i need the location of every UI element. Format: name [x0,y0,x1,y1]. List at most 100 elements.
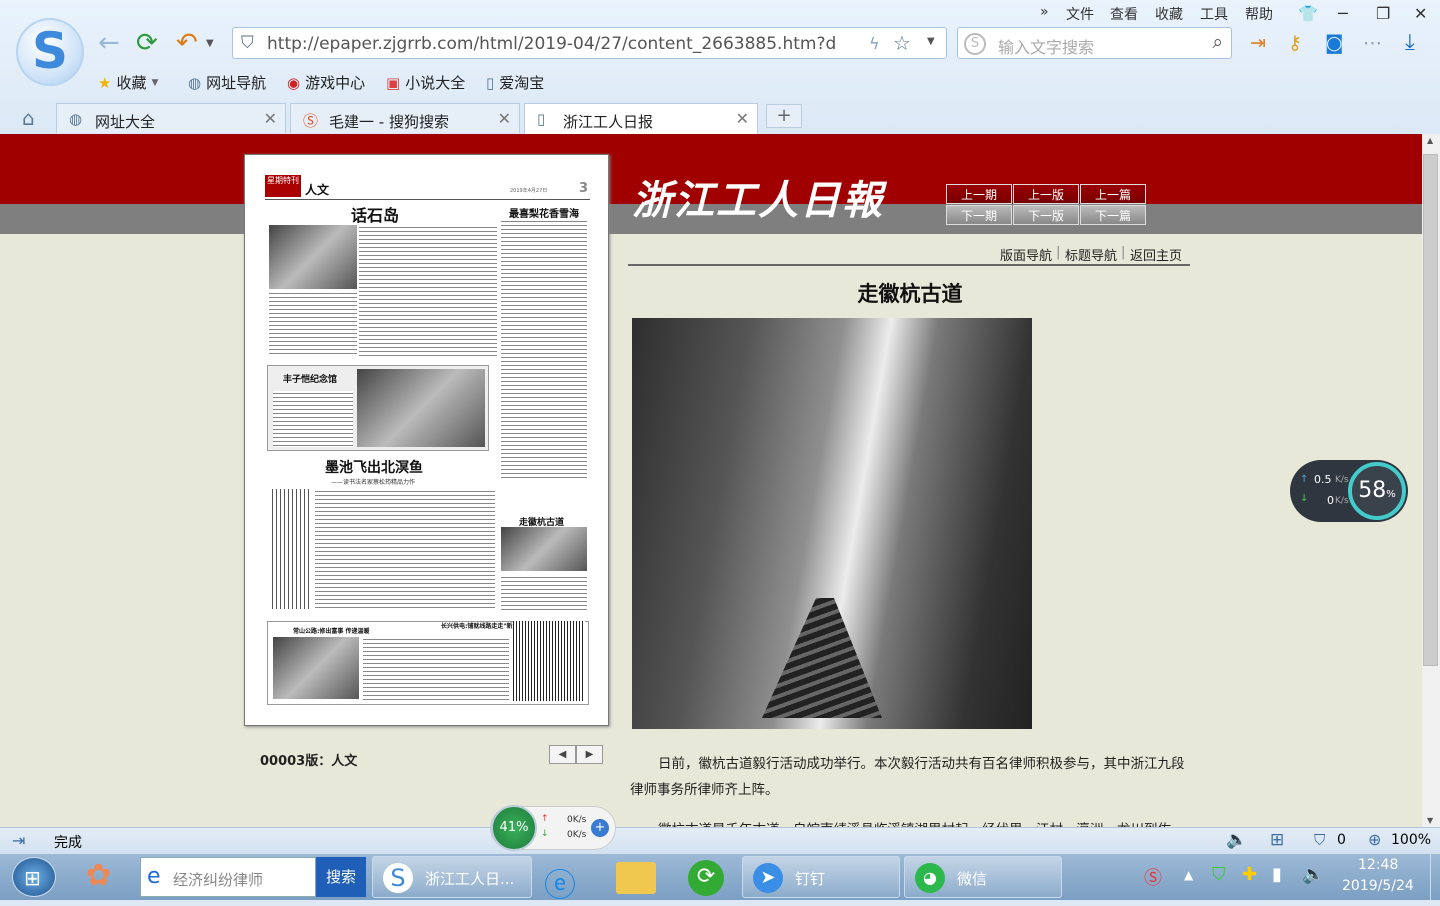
story-headline[interactable]: 最喜梨花香雪海 [509,205,579,220]
undo-close-icon[interactable]: ↶ [176,30,198,56]
story-headline[interactable]: 长兴供电:铺就线路走走"新点" [441,621,522,630]
newspaper-masthead[interactable]: 浙江工人日報 [632,168,884,226]
star-icon[interactable]: ☆ [893,31,911,55]
title-nav-link[interactable]: 标题导航 [1065,245,1117,264]
game-icon: ◉ [287,73,301,92]
upload-icon: ↑ [1300,474,1309,485]
menu-tools[interactable]: 工具 [1200,4,1228,24]
next-article-button[interactable]: 下一篇 [1080,205,1146,225]
extension-icon[interactable]: ⊞ [1270,830,1284,850]
adblock-icon[interactable]: ⛉ [1314,831,1325,849]
close-tab-icon[interactable]: ✕ [264,109,277,128]
scroll-up-icon[interactable]: ▲ [1427,136,1433,145]
taskbar-item-wechat[interactable]: ◕ 微信 [904,856,1062,898]
article-photo[interactable] [632,318,1032,729]
prev-article-button[interactable]: 上一篇 [1080,184,1146,204]
scrollbar-thumb[interactable] [1423,154,1438,666]
address-bar[interactable]: ⛉ http://epaper.zjgrrb.com/html/2019-04/… [232,27,947,59]
close-window-icon[interactable]: ✕ [1414,4,1427,23]
volume-icon[interactable]: 🔈 [1302,864,1324,885]
bookmark-games[interactable]: ◉ 游戏中心 [287,72,365,93]
close-tab-icon[interactable]: ✕ [736,109,749,128]
sogou-browser-logo[interactable]: S [16,18,84,86]
folder-icon[interactable] [616,862,656,894]
address-url[interactable]: http://epaper.zjgrrb.com/html/2019-04/27… [267,34,857,54]
start-button[interactable]: ⊞ [12,857,56,897]
network-icon[interactable]: ▮ [1272,864,1282,885]
search-icon[interactable]: ⌕ [1212,31,1223,53]
tray-expand-icon[interactable]: ▲ [1184,868,1193,882]
menu-favorites[interactable]: 收藏 [1155,4,1183,24]
screenshot-icon[interactable]: ◙ [1325,32,1343,54]
story-headline[interactable]: 墨池飞出北溟鱼 [325,457,423,477]
clock-date[interactable]: 2019/5/24 [1342,878,1414,894]
taskbar-item-browser[interactable]: S 浙江工人日... [372,856,532,898]
address-dropdown-icon[interactable]: ▼ [927,36,935,47]
add-icon[interactable]: + [591,819,609,837]
taskbar-search-button[interactable]: 搜索 [316,857,366,897]
app-launcher-icon[interactable]: ✿ [86,858,126,896]
menu-more[interactable]: » [1040,4,1049,20]
download-icon[interactable]: ⤓ [1405,30,1415,55]
tab-nav[interactable]: ◍ 网址大全 ✕ [56,103,286,133]
story-headline[interactable]: 丰子恺纪念馆 [283,372,337,385]
key-icon[interactable]: ⚷ [1288,32,1302,54]
login-icon[interactable]: ⇥ [1250,32,1266,54]
menu-view[interactable]: 查看 [1110,4,1138,24]
clock-time[interactable]: 12:48 [1358,857,1398,873]
new-tab-button[interactable]: + [766,104,802,128]
home-icon[interactable]: ⌂ [22,106,35,130]
download-icon: ↓ [541,829,549,839]
memory-gauge[interactable]: 58% [1348,462,1406,520]
undo-dropdown-icon[interactable]: ▼ [206,38,214,49]
taskbar-item-dingtalk[interactable]: ➤ 钉钉 [742,856,900,898]
zoom-level[interactable]: 100% [1391,832,1431,848]
next-page-arrow-icon[interactable]: ▶ [576,745,603,764]
network-speed-widget[interactable]: ↑ 0.5 K/s ↓ 0 K/s 58% [1290,460,1408,522]
story-headline[interactable]: 常山公路:修出富事 传递温暖 [293,626,370,635]
close-tab-icon[interactable]: ✕ [498,109,511,128]
story-photo-selected[interactable] [501,527,587,571]
security-icon[interactable]: ⛉ [1212,864,1226,885]
sidebar-toggle-icon[interactable]: ⇥ [12,831,25,850]
usage-gauge[interactable]: 41% [491,805,537,851]
search-box[interactable]: S 输入文字搜索 ⌕ [957,27,1232,59]
bookmark-taobao[interactable]: ▯ 爱淘宝 [486,72,544,93]
bookmark-favorites[interactable]: ★ 收藏 ▼ [98,72,158,93]
tab-sogou-search[interactable]: Ⓢ 毛建一 - 搜狗搜索 ✕ [290,103,520,133]
lightning-icon[interactable]: ϟ [869,34,880,53]
newspaper-page-thumbnail[interactable]: 星期特刊 人文 2019年4月27日 3 话石岛 最喜梨花香雪海 丰子恺纪念馆 … [244,154,609,726]
360-icon[interactable]: ⟳ [688,860,724,896]
more-tools-icon[interactable]: ⋯ [1363,32,1382,54]
network-speed-widget-2[interactable]: 41% ↑ 0K/s ↓ 0K/s + [490,805,616,851]
refresh-icon[interactable]: ⟳ [136,30,158,56]
sogou-icon: Ⓢ [303,112,319,130]
menu-file[interactable]: 文件 [1066,4,1094,24]
scroll-down-icon[interactable]: ▼ [1427,816,1433,825]
home-link[interactable]: 返回主页 [1130,245,1182,264]
minimize-icon[interactable]: ─ [1338,4,1348,23]
taskbar-search-input[interactable]: e 经济纠纷律师 [140,857,316,897]
prev-page-button[interactable]: 上一版 [1013,184,1079,204]
sogou-ime-icon[interactable]: Ⓢ [1144,864,1162,890]
next-issue-button[interactable]: 下一期 [946,205,1012,225]
bookmark-nav[interactable]: ◍ 网址导航 [188,72,266,93]
search-input[interactable]: 输入文字搜索 [998,34,1094,58]
show-desktop-button[interactable] [1430,854,1440,900]
guard-icon[interactable]: ✚ [1242,864,1257,885]
page-nav-link[interactable]: 版面导航 [1000,245,1052,264]
sogou-search-icon[interactable]: S [964,33,986,55]
restore-icon[interactable]: ❐ [1376,4,1390,23]
volume-icon[interactable]: 🔈 [1226,830,1247,850]
bookmark-novels[interactable]: ▣ 小说大全 [386,72,465,93]
tab-active-newspaper[interactable]: ▯ 浙江工人日报 ✕ [524,103,758,134]
zoom-icon[interactable]: ⊕ [1368,830,1381,849]
prev-page-arrow-icon[interactable]: ◀ [549,745,576,764]
ie-icon[interactable]: ⓔ [544,860,576,906]
menu-help[interactable]: 帮助 [1245,4,1273,24]
story-headline[interactable]: 话石岛 [351,202,399,226]
skin-icon[interactable]: 👕 [1298,4,1318,23]
back-icon[interactable]: ← [98,30,120,56]
prev-issue-button[interactable]: 上一期 [946,184,1012,204]
next-page-button[interactable]: 下一版 [1013,205,1079,225]
